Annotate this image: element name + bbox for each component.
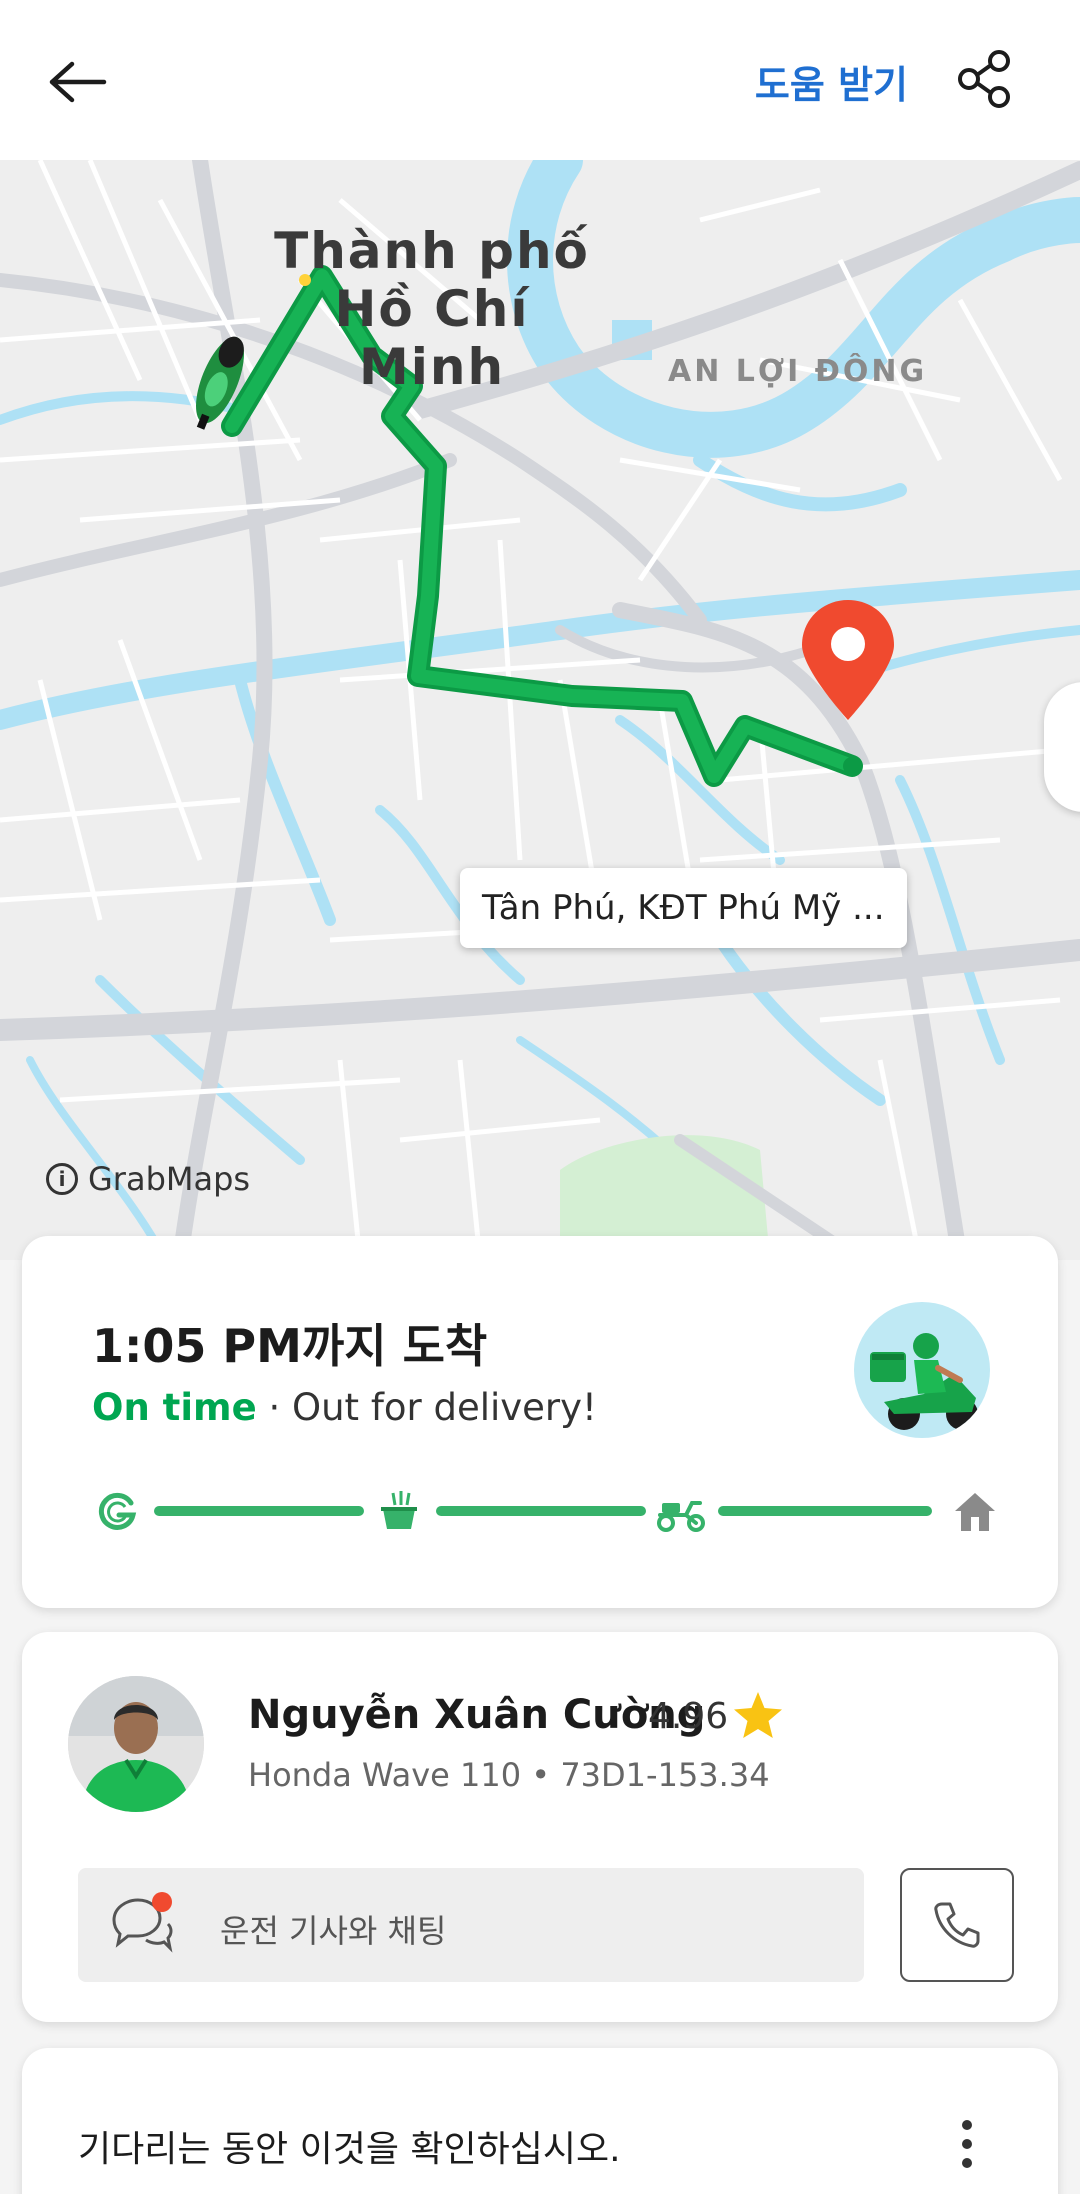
vehicle-info: Honda Wave 110 • 73D1-153.34 [248, 1756, 770, 1794]
star-icon [734, 1692, 782, 1738]
driver-name: Nguyễn Xuân Cường [248, 1692, 706, 1738]
eta-status: On time · Out for delivery! [92, 1386, 597, 1429]
share-icon [958, 50, 1010, 108]
eta-card: 1:05 PM까지 도착 On time · Out for delivery! [22, 1236, 1058, 1608]
driver-rating: 4.96 [648, 1696, 729, 1737]
promo-title: 기다리는 동안 이것을 확인하십시오. [78, 2129, 621, 2170]
delivery-map[interactable]: Thành phố Hồ Chí Minh AN LỢI ĐÔNG 7 Tân … [0, 160, 1080, 1260]
progress-bar-1 [154, 1506, 364, 1516]
progress-bar-2 [436, 1506, 646, 1516]
food-bowl-icon [374, 1486, 424, 1536]
back-button[interactable] [40, 44, 116, 120]
map-attribution[interactable]: i GrabMaps [46, 1160, 250, 1198]
arrow-left-icon [49, 61, 107, 103]
phone-icon [934, 1902, 980, 1948]
info-icon[interactable]: i [46, 1163, 78, 1195]
share-button[interactable] [952, 46, 1018, 112]
map-district-label: AN LỢI ĐÔNG [668, 354, 928, 389]
attribution-text: GrabMaps [88, 1160, 251, 1198]
top-app-bar: 도움 받기 [0, 0, 1080, 160]
side-panel-handle[interactable] [1044, 682, 1080, 812]
help-link[interactable]: 도움 받기 [755, 54, 908, 109]
map-city-label: Thành phố Hồ Chí Minh [262, 222, 602, 396]
progress-bar-3 [718, 1506, 932, 1516]
city-label-line1: Thành phố [274, 222, 590, 280]
delivery-progress [92, 1486, 1002, 1536]
promo-card: 기다리는 동안 이것을 확인하십시오. [22, 2048, 1058, 2194]
chat-placeholder: 운전 기사와 채팅 [220, 1912, 447, 1950]
on-time-label: On time [92, 1386, 257, 1429]
chat-with-driver-button[interactable]: 운전 기사와 채팅 [78, 1868, 864, 1982]
home-icon [950, 1486, 1000, 1536]
city-label-line2: Hồ Chí Minh [334, 280, 530, 396]
grab-logo-icon [92, 1486, 142, 1536]
call-driver-button[interactable] [900, 1868, 1014, 1982]
rider-illustration [854, 1302, 990, 1438]
destination-callout[interactable]: Tân Phú, KĐT Phú Mỹ ... [460, 868, 907, 948]
status-text: · Out for delivery! [256, 1386, 597, 1429]
driver-avatar[interactable] [68, 1676, 204, 1812]
eta-title: 1:05 PM까지 도착 [92, 1319, 488, 1373]
more-vertical-icon [962, 2120, 972, 2168]
chat-bubble-icon [112, 1892, 173, 1953]
scooter-icon [656, 1486, 706, 1536]
more-options-button[interactable] [942, 2104, 992, 2184]
driver-card: Nguyễn Xuân Cường 4.96 Honda Wave 110 • … [22, 1632, 1058, 2022]
